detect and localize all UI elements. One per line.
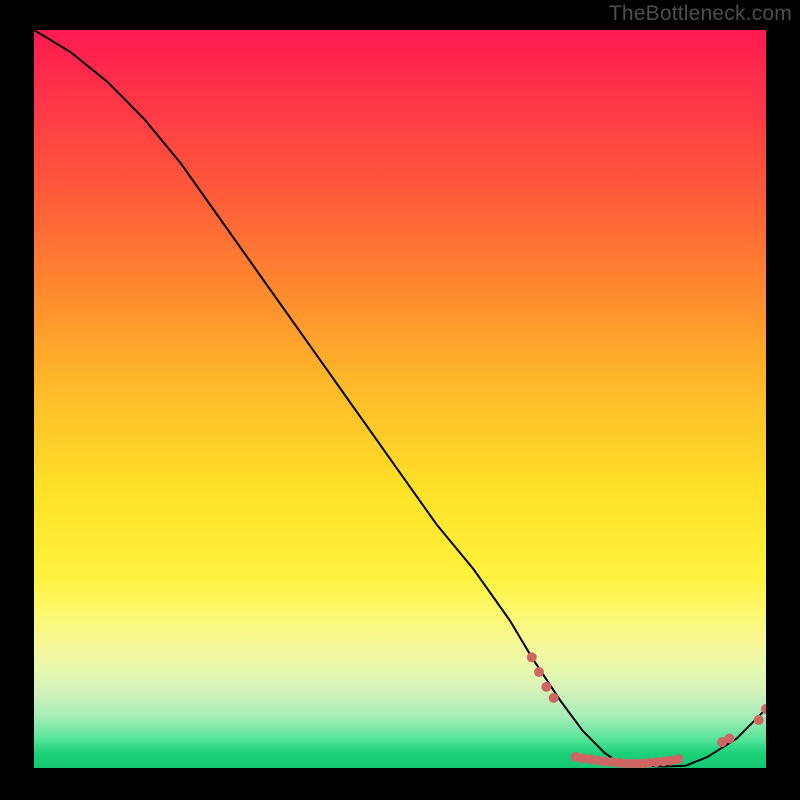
chart-frame: TheBottleneck.com (0, 0, 800, 800)
data-marker (754, 715, 764, 725)
markers-group (527, 652, 766, 768)
data-marker (527, 652, 537, 662)
data-marker (724, 733, 734, 743)
data-marker (534, 667, 544, 677)
data-marker (541, 682, 551, 692)
watermark-text: TheBottleneck.com (609, 2, 792, 26)
bottleneck-curve (34, 30, 766, 767)
data-marker (673, 754, 683, 764)
chart-svg (34, 30, 766, 768)
data-marker (549, 693, 559, 703)
plot-area (34, 30, 766, 768)
